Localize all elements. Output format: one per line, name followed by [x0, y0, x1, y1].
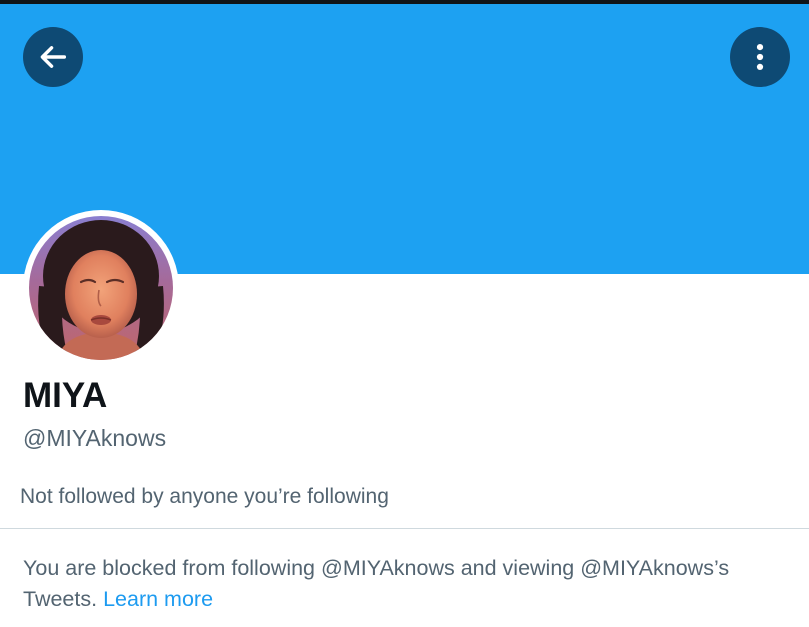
profile-name: MIYA	[23, 376, 108, 415]
followers-you-know-text[interactable]: Not followed by anyone you’re following	[20, 484, 389, 510]
profile-handle: @MIYAknows	[23, 425, 167, 451]
vertical-ellipsis-icon	[756, 43, 764, 71]
back-button[interactable]	[23, 27, 83, 87]
blocked-notice: You are blocked from following @MIYAknow…	[23, 553, 793, 615]
arrow-left-icon	[40, 46, 67, 68]
divider	[0, 528, 809, 529]
avatar-frame	[23, 210, 179, 366]
avatar[interactable]	[29, 216, 173, 360]
learn-more-link[interactable]: Learn more	[103, 587, 213, 611]
more-options-button[interactable]	[730, 27, 790, 87]
